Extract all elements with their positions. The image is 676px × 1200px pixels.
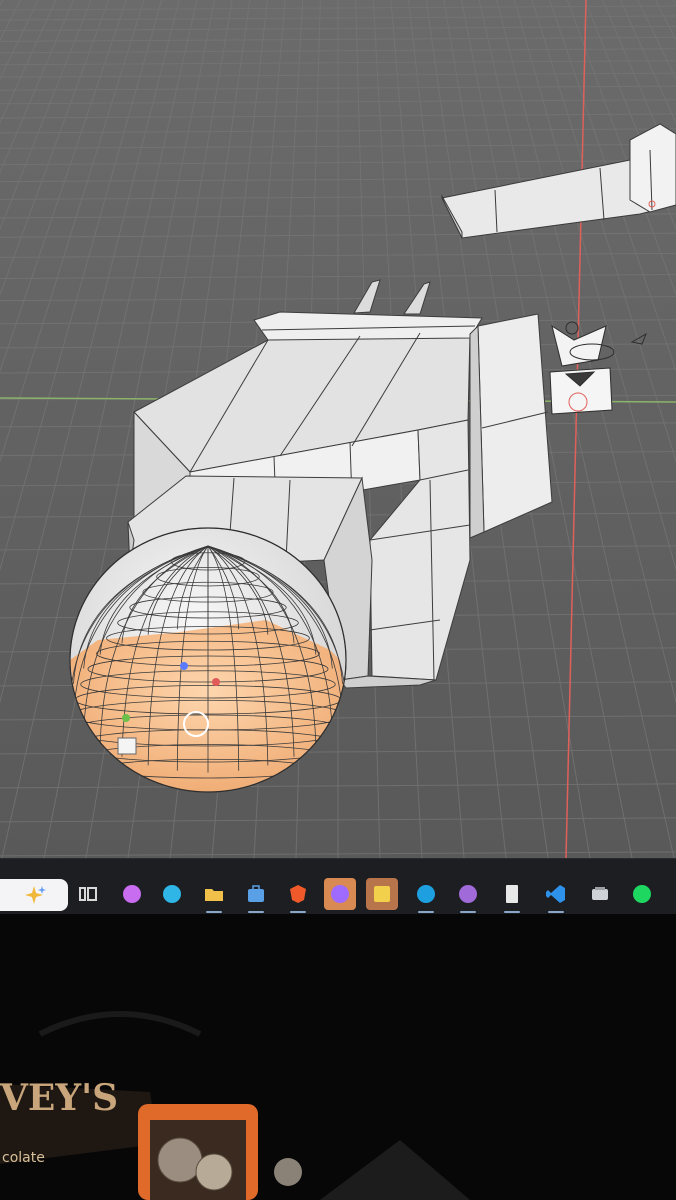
blender-taskbar-button[interactable]: [324, 878, 356, 910]
sticky-notes-taskbar-button[interactable]: [366, 878, 398, 910]
copilot-icon: [123, 885, 141, 903]
file-explorer-icon: [205, 889, 223, 901]
skype-icon: [417, 885, 435, 903]
vscode-icon: [546, 885, 565, 903]
side-panel[interactable]: [469, 313, 553, 539]
github-desktop-icon: [459, 885, 477, 903]
file-manager-taskbar-button[interactable]: [584, 878, 616, 910]
file-manager-icon: [592, 887, 608, 900]
edge-taskbar-button[interactable]: [156, 878, 188, 910]
gizmo-x-handle[interactable]: [212, 678, 220, 686]
blender-3d-viewport[interactable]: [0, 0, 676, 858]
wrapper-label-text: colate: [2, 1150, 45, 1166]
microsoft-store-icon: [248, 885, 264, 902]
blender-icon: [331, 885, 349, 903]
file-explorer-taskbar-button[interactable]: [198, 878, 230, 913]
running-indicator: [460, 911, 476, 913]
brave-icon: [290, 885, 306, 903]
spotify-icon: [633, 885, 651, 903]
sparkle-search-icon: [25, 886, 46, 904]
running-indicator: [548, 911, 564, 913]
sticky-notes-icon: [374, 886, 390, 902]
notepad-taskbar-button[interactable]: [496, 878, 528, 913]
gizmo-z-handle[interactable]: [180, 662, 188, 670]
gizmo-y-handle[interactable]: [122, 714, 130, 722]
spotify-taskbar-button[interactable]: [626, 878, 658, 910]
skype-taskbar-button[interactable]: [410, 878, 442, 913]
microsoft-store-taskbar-button[interactable]: [240, 878, 272, 913]
vscode-taskbar-button[interactable]: [540, 878, 572, 913]
running-indicator: [418, 911, 434, 913]
copilot-taskbar-button[interactable]: [116, 878, 148, 910]
desk-scene: VEY'S colate: [0, 914, 676, 1200]
task-view-taskbar-button[interactable]: [72, 878, 104, 910]
running-indicator: [504, 911, 520, 913]
running-indicator: [206, 911, 222, 913]
task-view-icon: [79, 887, 97, 901]
small-figurine: [274, 1158, 302, 1186]
selection-square: [117, 737, 137, 755]
desk-photo-area: VEY'S colate: [0, 914, 676, 1200]
edge-icon: [163, 885, 181, 903]
github-desktop-taskbar-button[interactable]: [452, 878, 484, 913]
running-indicator: [290, 911, 306, 913]
viewport-canvas[interactable]: [0, 0, 676, 858]
brave-taskbar-button[interactable]: [282, 878, 314, 913]
wrapper-brand-text: VEY'S: [0, 1077, 118, 1119]
windows-taskbar: [0, 858, 676, 915]
search-button[interactable]: [0, 879, 68, 911]
notepad-icon: [506, 885, 518, 903]
running-indicator: [248, 911, 264, 913]
light-object[interactable]: [549, 367, 613, 415]
